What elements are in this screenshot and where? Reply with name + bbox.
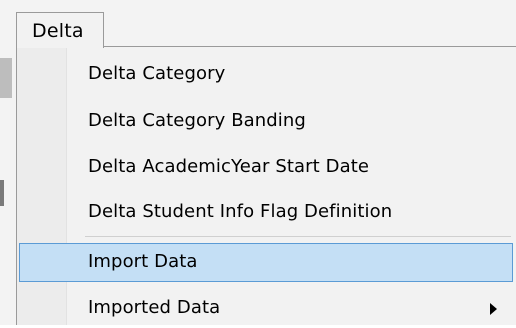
menu-item-label: Delta Category Banding <box>88 110 306 131</box>
menu-delta[interactable]: Delta <box>16 12 104 48</box>
menu-item-imported-data[interactable]: Imported Data <box>19 289 513 328</box>
menu-item-delta-academic-year-start-date[interactable]: Delta AcademicYear Start Date <box>19 148 513 187</box>
menu-delta-label: Delta <box>32 20 84 42</box>
menu-item-label: Delta Student Info Flag Definition <box>88 201 393 222</box>
chevron-right-icon <box>490 303 497 315</box>
menu-item-label: Import Data <box>88 251 198 272</box>
background-control <box>0 58 12 98</box>
menu-item-label: Delta Category <box>88 63 226 84</box>
delta-dropdown-menu: Delta Category Delta Category Banding De… <box>16 46 516 325</box>
menu-item-delta-category[interactable]: Delta Category <box>19 55 513 94</box>
menu-item-import-data[interactable]: Import Data <box>19 243 513 282</box>
menu-item-delta-category-banding[interactable]: Delta Category Banding <box>19 102 513 141</box>
menu-item-delta-student-info-flag-definition[interactable]: Delta Student Info Flag Definition <box>19 193 513 232</box>
background-control <box>0 180 4 206</box>
menu-separator <box>85 236 511 237</box>
menu-item-label: Imported Data <box>88 297 221 318</box>
menu-item-label: Delta AcademicYear Start Date <box>88 156 370 177</box>
